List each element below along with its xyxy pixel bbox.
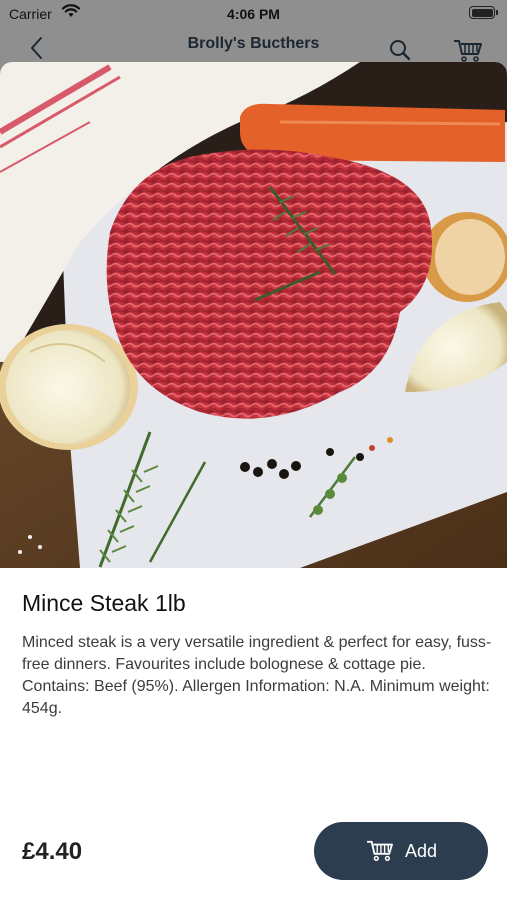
- add-to-cart-button[interactable]: Add: [314, 822, 488, 880]
- status-time: 4:06 PM: [227, 6, 280, 22]
- product-description: Minced steak is a very versatile ingredi…: [22, 634, 492, 717]
- product-sheet: Mince Steak 1lb Minced steak is a very v…: [0, 62, 507, 900]
- search-icon[interactable]: [388, 38, 412, 62]
- nav-bar: Brolly's Bucthers: [0, 26, 507, 64]
- store-title: Brolly's Bucthers: [187, 35, 320, 52]
- product-price: £4.40: [22, 838, 83, 865]
- status-bar: Carrier 4:06 PM: [0, 0, 507, 26]
- cart-icon[interactable]: [452, 38, 484, 64]
- add-button-label: Add: [404, 840, 438, 861]
- product-title: Mince Steak 1lb: [22, 590, 186, 616]
- mince-steak-photo: [0, 62, 507, 568]
- battery-icon: [469, 6, 498, 19]
- cart-icon: [367, 840, 393, 861]
